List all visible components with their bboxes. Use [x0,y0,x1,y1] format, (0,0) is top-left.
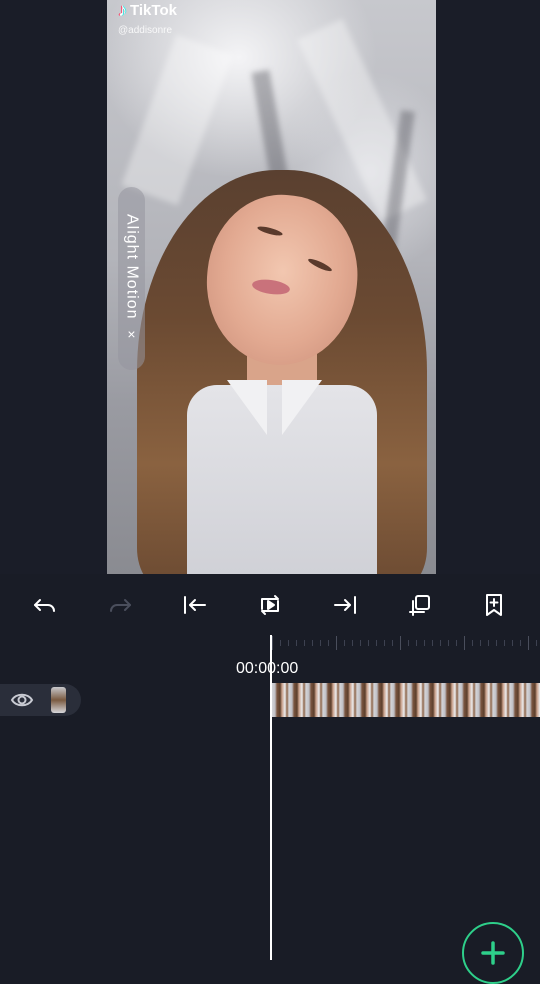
ruler-tick [296,640,297,646]
ruler-tick [376,640,377,646]
ruler-tick [480,640,481,646]
ruler-tick [416,640,417,646]
bookmark-button[interactable] [472,583,516,627]
ruler-tick [408,640,409,646]
ruler-tick [352,640,353,646]
playback-toolbar [0,574,540,636]
eye-icon[interactable] [10,690,34,710]
layer-thumbnail[interactable] [51,687,66,713]
ruler-tick [488,640,489,646]
bookmark-add-icon [486,594,503,616]
ruler-tick [368,640,369,646]
backdrop-fold [121,34,233,206]
ruler-tick [448,640,449,646]
ruler-tick [520,640,521,646]
jump-to-end-icon [333,596,356,614]
ruler-tick [392,640,393,646]
ruler-tick [440,640,441,646]
timecode-display: 00:00:00 [236,660,299,677]
redo-button[interactable] [98,583,142,627]
ruler-tick [400,636,401,650]
layer-controls[interactable] [0,684,81,716]
video-clip-track[interactable] [272,683,540,717]
undo-icon [34,599,56,612]
alight-motion-watermark[interactable]: Alight Motion × [118,187,145,370]
add-layer-button[interactable] [462,922,524,984]
watermark-close-icon[interactable]: × [124,326,140,343]
ruler-tick [536,640,537,646]
duplicate-button[interactable] [398,583,442,627]
playhead[interactable] [270,635,272,960]
ruler-tick [320,640,321,646]
play-loop-button[interactable] [248,583,292,627]
ruler-tick [384,640,385,646]
timeline-ruler[interactable] [272,636,540,658]
ruler-tick [312,640,313,646]
ruler-tick [472,640,473,646]
plus-icon [481,941,505,965]
tiktok-brand: TikTok [130,2,177,19]
ruler-tick [304,640,305,646]
video-preview[interactable]: ♪ TikTok @addisonre Alight Motion × [107,0,436,574]
watermark-label: Alight Motion [123,214,141,320]
ruler-tick [424,640,425,646]
ruler-tick [280,640,281,646]
loop-play-icon [260,595,279,615]
ruler-tick [336,636,337,650]
jump-to-start-icon [184,596,207,614]
tiktok-logo: ♪ TikTok [118,0,177,21]
jump-to-end-button[interactable] [323,583,367,627]
copy-add-icon [408,595,430,616]
ruler-tick [344,640,345,646]
ruler-tick [464,636,465,650]
undo-button[interactable] [23,583,67,627]
tiktok-note-icon: ♪ [118,0,127,20]
shirt-collar [227,380,267,435]
ruler-tick [504,640,505,646]
ruler-tick [496,640,497,646]
ruler-tick [328,640,329,646]
ruler-tick [288,640,289,646]
jump-to-start-button[interactable] [173,583,217,627]
shirt-collar [282,380,322,435]
ruler-tick [456,640,457,646]
ruler-tick [272,636,273,650]
ruler-tick [432,640,433,646]
ruler-tick [360,640,361,646]
ruler-tick [512,640,513,646]
ruler-tick [528,636,529,650]
tiktok-username: @addisonre [118,25,173,36]
redo-icon [110,599,132,612]
